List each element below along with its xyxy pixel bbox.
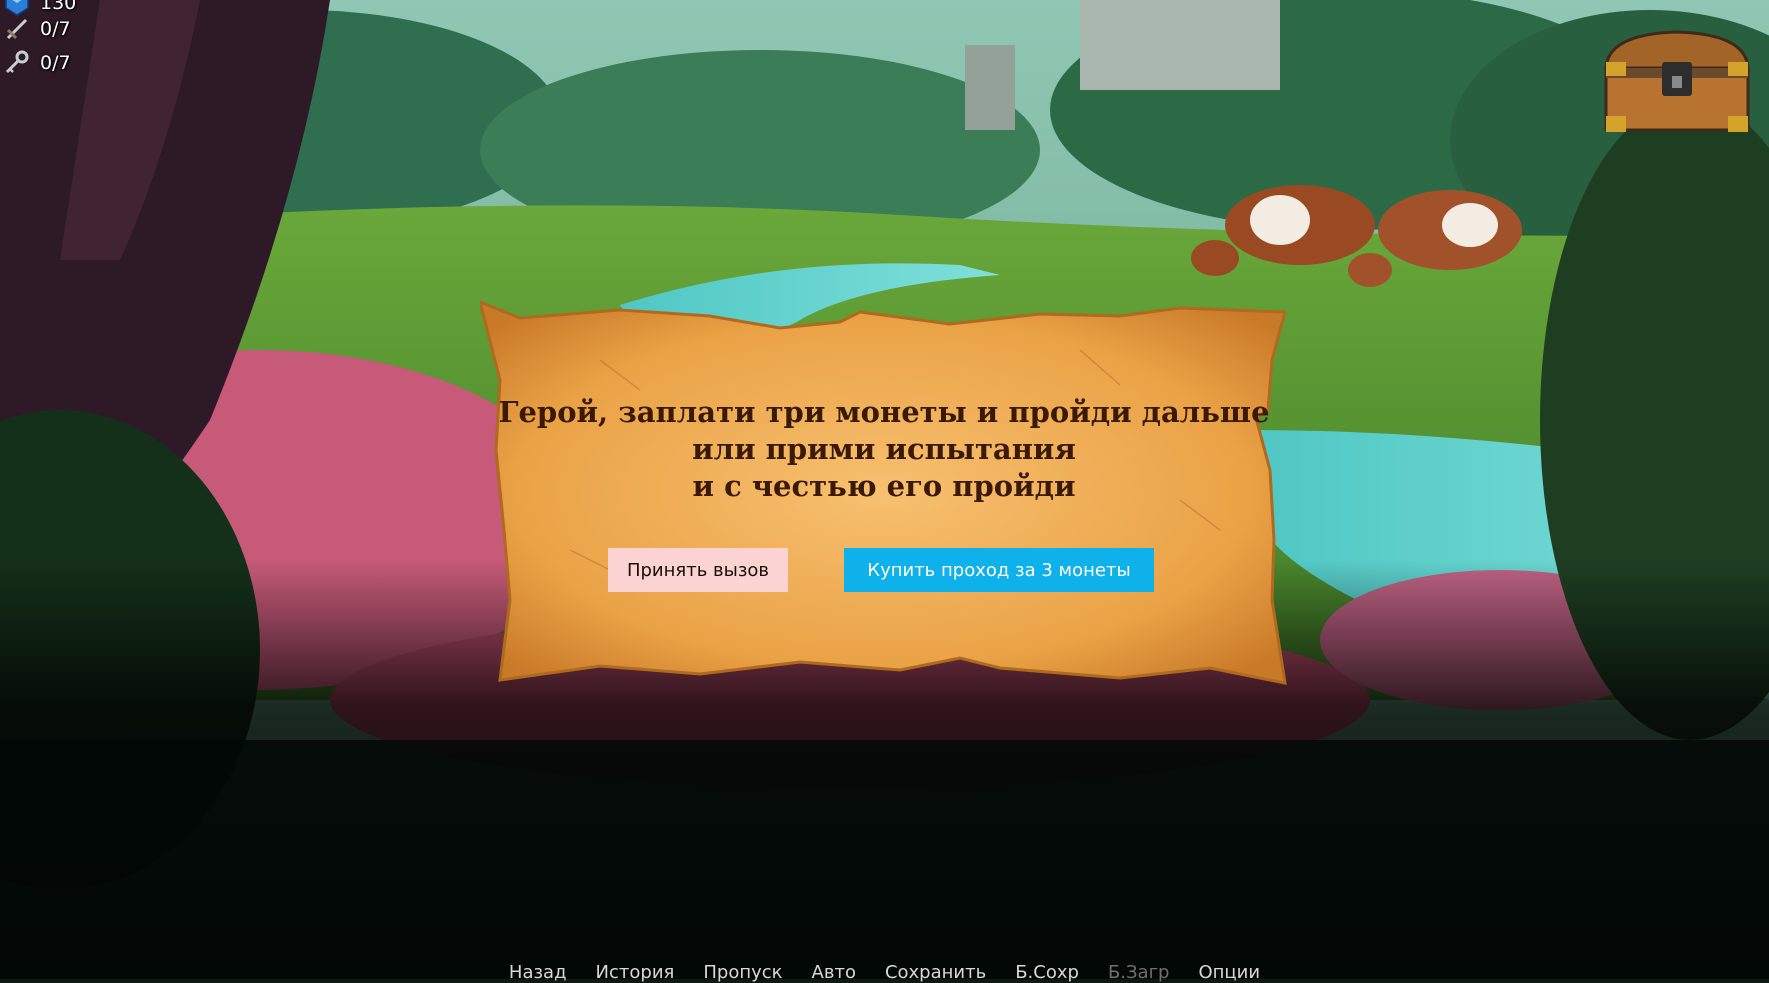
accept-challenge-button[interactable]: Принять вызов [608, 548, 788, 592]
gem-counter: 130 [4, 0, 124, 16]
resource-hud: 130 0/7 0/7 [4, 0, 124, 80]
buy-passage-button[interactable]: Купить проход за 3 монеты [844, 548, 1154, 592]
gem-count: 130 [40, 0, 77, 14]
sword-icon [6, 18, 28, 40]
key-counter: 0/7 [4, 46, 124, 80]
message-line-1: Герой, заплати три монеты и пройди дальш… [498, 395, 1270, 429]
message-line-3: и с честью его пройди [692, 469, 1076, 503]
treasure-chest-icon[interactable] [1598, 28, 1756, 138]
dialog-message: Герой, заплати три монеты и пройди дальш… [480, 394, 1288, 505]
sword-counter: 0/7 [4, 12, 124, 46]
history-button[interactable]: История [596, 962, 675, 983]
key-count: 0/7 [40, 52, 71, 74]
quick-save-button[interactable]: Б.Сохр [1015, 962, 1079, 983]
parchment-dialog: Герой, заплати три монеты и пройди дальш… [480, 300, 1288, 685]
quick-load-button[interactable]: Б.Загр [1108, 962, 1170, 983]
auto-button[interactable]: Авто [812, 962, 856, 983]
key-icon [5, 50, 29, 74]
quick-menu: Назад История Пропуск Авто Сохранить Б.С… [0, 962, 1769, 983]
options-button[interactable]: Опции [1198, 962, 1260, 983]
save-button[interactable]: Сохранить [885, 962, 986, 983]
message-line-2: или прими испытания [692, 432, 1076, 466]
gem-icon [5, 0, 29, 16]
skip-button[interactable]: Пропуск [703, 962, 782, 983]
sword-count: 0/7 [40, 18, 71, 40]
back-button[interactable]: Назад [509, 962, 567, 983]
